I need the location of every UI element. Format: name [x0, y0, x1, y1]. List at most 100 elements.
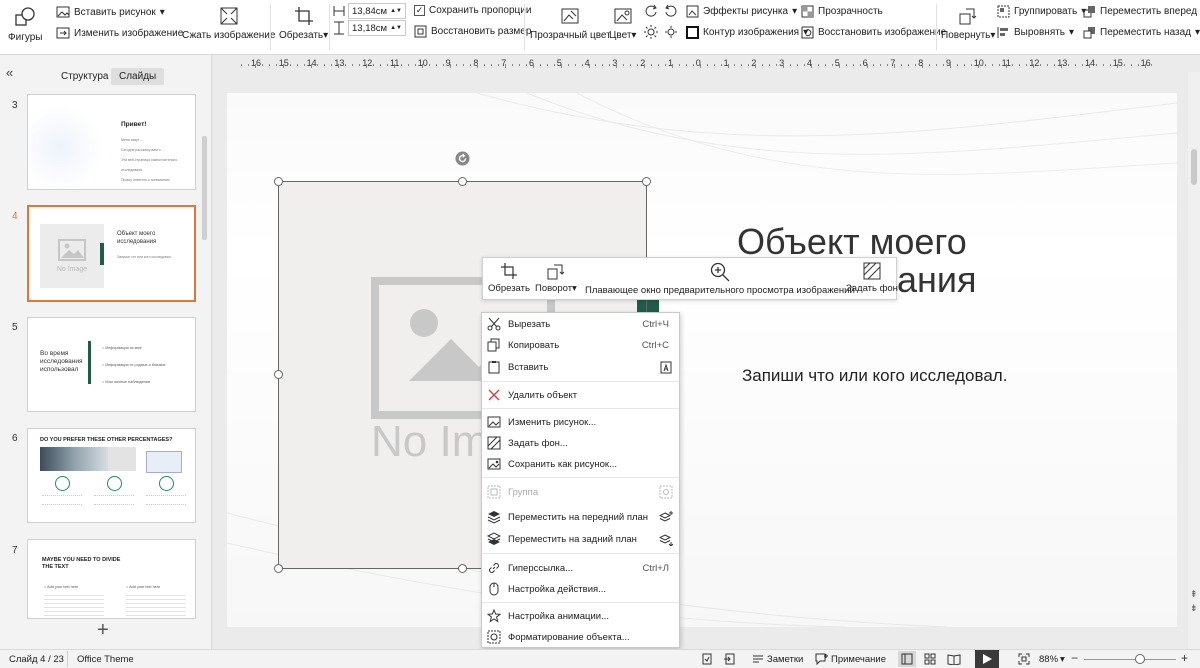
theme-name[interactable]: Office Theme: [77, 654, 134, 665]
ruler-tick: [936, 64, 937, 66]
ruler-tick: [261, 64, 263, 66]
width-input[interactable]: 13,84см ▲▼: [348, 3, 406, 19]
brightness-down-icon[interactable]: [664, 4, 678, 18]
menu-item-save-as-picture[interactable]: Сохранить как рисунок...: [482, 454, 679, 474]
ruler-tick: [241, 64, 242, 66]
zoom-out-button[interactable]: −: [1071, 651, 1078, 665]
menu-item-change-picture[interactable]: Изменить рисунок...: [482, 412, 679, 432]
ruler-tick: [275, 64, 277, 66]
scrollbar-thumb[interactable]: [1191, 149, 1197, 185]
notes-button[interactable]: Заметки: [752, 653, 803, 665]
restore-size-button[interactable]: Восстановить размер: [414, 25, 531, 38]
ruler-tick: [790, 64, 792, 66]
ruler-tick: [254, 64, 256, 68]
mini-rotate-button[interactable]: Поворот▾: [535, 262, 577, 294]
keep-ratio-checkbox[interactable]: ✓ Сохранить пропорции: [414, 5, 531, 16]
mini-crop-button[interactable]: Обрезать: [488, 262, 530, 294]
align-button[interactable]: Выровнять ▾: [997, 26, 1074, 39]
slide-thumbnail-3[interactable]: Привет! Меня зовут ... Сегодня расскажу …: [27, 94, 196, 190]
slide-title-line2[interactable]: ания: [897, 259, 977, 301]
bring-forward-icon[interactable]: [659, 510, 673, 524]
menu-item-action-settings[interactable]: Настройка действия...: [482, 579, 679, 599]
vertical-scrollbar[interactable]: ⇞ ⇟: [1188, 72, 1200, 649]
collapse-panel-icon[interactable]: «: [6, 65, 13, 80]
ruler-tick: [1047, 64, 1049, 66]
height-input[interactable]: 13,18см ▲▼: [348, 20, 406, 36]
shapes-button[interactable]: Фигуры: [8, 6, 42, 43]
change-picture-button[interactable]: Изменить изображение: [56, 27, 183, 39]
crop-button[interactable]: Обрезать▾: [279, 6, 328, 41]
input-icon[interactable]: [723, 653, 735, 665]
rotate-button[interactable]: Повернуть▾: [941, 6, 995, 41]
reading-view-icon[interactable]: [947, 653, 961, 665]
menu-item-delete[interactable]: Удалить объект: [482, 385, 679, 405]
resize-handle[interactable]: [274, 564, 283, 573]
picture-effects-button[interactable]: Эффекты рисунка ▾: [686, 5, 797, 18]
send-backward-button[interactable]: Переместить назад ▾: [1083, 26, 1200, 39]
transparency-button[interactable]: Прозрачность: [801, 5, 883, 18]
zoom-in-button[interactable]: +: [1181, 651, 1188, 665]
zoom-level[interactable]: 88% ▾: [1039, 654, 1065, 665]
menu-item-hyperlink[interactable]: Гиперссылка... Ctrl+Л: [482, 558, 679, 578]
group-button[interactable]: Группировать ▾: [997, 5, 1086, 18]
add-slide-button[interactable]: +: [97, 619, 109, 641]
resize-handle[interactable]: [642, 177, 651, 186]
ruler-tick: [352, 64, 354, 66]
comment-button[interactable]: Примечание: [815, 653, 886, 665]
paste-text-only-icon[interactable]: [659, 360, 673, 374]
color-button[interactable]: Цвет▾: [609, 6, 636, 41]
menu-item-paste[interactable]: Вставить: [482, 357, 679, 377]
menu-item-send-to-back[interactable]: Переместить на задний план: [482, 529, 679, 549]
menu-item-cut[interactable]: Вырезать Ctrl+Ч: [482, 314, 679, 334]
menu-item-copy[interactable]: Копировать Ctrl+С: [482, 335, 679, 355]
slide-thumbnail-5[interactable]: Во время исследования использовал ○ Инфо…: [27, 317, 196, 412]
next-slide-icon[interactable]: ⇟: [1190, 604, 1198, 613]
image-preview-button[interactable]: Плавающее окно предварительного просмотр…: [585, 262, 855, 296]
contrast-down-icon[interactable]: [664, 25, 678, 39]
mouse-icon: [489, 582, 499, 596]
menu-item-format-object[interactable]: Форматирование объекта...: [482, 627, 679, 647]
prev-slide-icon[interactable]: ⇞: [1190, 590, 1198, 599]
compress-label: Сжать изображение: [182, 30, 276, 41]
contrast-up-icon[interactable]: [644, 25, 658, 39]
slide-thumbnail-7[interactable]: MAYBE YOU NEED TO DIVIDE THE TEXT ○ Add …: [27, 539, 196, 619]
slide-thumbnail-4[interactable]: No Image Объект моего исследования Запиш…: [27, 205, 196, 302]
tab-outline[interactable]: Структура: [53, 68, 116, 85]
ruler-tick: [922, 64, 924, 68]
picture-outline-button[interactable]: Контур изображения ▾: [686, 26, 808, 39]
menu-item-bring-to-front[interactable]: Переместить на передний план: [482, 507, 679, 527]
compress-button[interactable]: Сжать изображение: [182, 6, 275, 41]
panel-scrollbar[interactable]: [202, 136, 207, 240]
slide-thumbnail-6[interactable]: DO YOU PREFER THESE OTHER PERCENTAGES?: [27, 428, 196, 523]
menu-item-animation[interactable]: Настройка анимации...: [482, 606, 679, 626]
fit-to-window-icon[interactable]: [1018, 653, 1030, 665]
normal-view-button[interactable]: [898, 651, 916, 667]
menu-item-set-background[interactable]: Задать фон...: [482, 433, 679, 453]
resize-handle[interactable]: [458, 564, 467, 573]
ruler-tick: [386, 64, 388, 66]
zoom-slider-track[interactable]: [1084, 659, 1176, 660]
ruler-tick: [289, 64, 291, 66]
document-check-icon[interactable]: [701, 653, 713, 665]
insert-picture-button[interactable]: Вставить рисунок ▾: [56, 6, 165, 18]
rotation-handle-icon[interactable]: [455, 151, 470, 166]
slide-sorter-icon[interactable]: [924, 653, 936, 665]
thumb-photo: [40, 447, 108, 471]
brightness-up-icon[interactable]: [644, 4, 658, 18]
restore-image-button[interactable]: Восстановить изображение: [801, 26, 946, 39]
play-slideshow-button[interactable]: [975, 650, 999, 668]
resize-handle[interactable]: [274, 370, 283, 379]
scissors-icon: [487, 317, 501, 331]
slide-subtitle[interactable]: Запиши что или кого исследовал.: [742, 366, 1007, 386]
change-picture-label: Изменить изображение: [74, 27, 184, 39]
tab-slides[interactable]: Слайды: [111, 68, 165, 85]
transparent-color-button[interactable]: Прозрачный цвет: [530, 6, 611, 41]
ruler-tick: [692, 64, 694, 66]
ruler-tick: [769, 64, 771, 66]
resize-handle[interactable]: [458, 177, 467, 186]
send-backward-icon[interactable]: [659, 532, 673, 546]
resize-handle[interactable]: [274, 177, 283, 186]
zoom-slider-thumb[interactable]: [1135, 654, 1145, 664]
bring-forward-button[interactable]: Переместить вперед▾: [1083, 5, 1200, 18]
set-background-button[interactable]: Задать фон: [846, 262, 898, 294]
